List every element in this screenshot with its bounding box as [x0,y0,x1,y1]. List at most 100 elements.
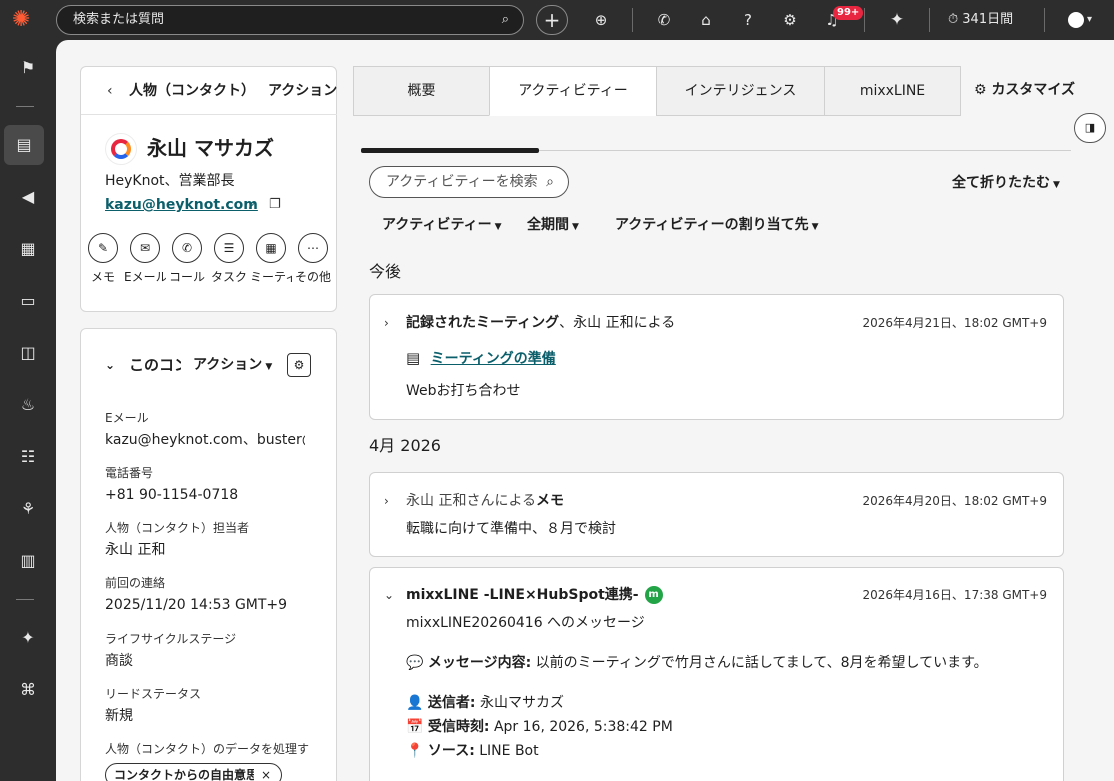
message-content-value: 以前のミーティングで竹月さんに話してまして、8月を希望しています。 [535,655,988,671]
timer-icon: ⏱ [948,12,959,27]
filter-date-range[interactable]: 全期間 ▼ [527,215,579,237]
breadcrumb-object-link[interactable]: 人物（コンタクト） [129,67,255,114]
tab-intelligence[interactable]: インテリジェンス [656,66,825,116]
topbar-divider [1044,8,1045,32]
call-action-button[interactable]: ✆ コール [166,233,208,285]
create-new-button[interactable]: + [536,5,568,35]
service-bell-icon[interactable]: ♨ [14,391,42,419]
caret-down-icon: ▼ [265,362,273,372]
settings-gear-icon[interactable]: ⚙ [778,8,802,32]
more-icon: ⋯ [298,233,328,263]
reporting-chart-icon[interactable]: ▥ [14,547,42,575]
marketplace-icon[interactable]: ⌂ [694,8,718,32]
about-actions-menu[interactable]: アクション ▼ [193,353,272,379]
breadcrumb-actions-menu[interactable]: アクション [268,67,337,114]
property-value-email[interactable]: kazu@heyknot.com、buster@heyknot.com [105,430,305,450]
property-value-owner[interactable]: 永山 正和 [105,540,305,560]
breeze-sparkle-icon[interactable]: ✦ [14,624,42,652]
marketing-megaphone-icon[interactable]: ◀ [14,183,42,211]
sidebar-toggle-icon[interactable]: ◨ [1074,113,1106,143]
data-database-icon[interactable]: ☷ [14,443,42,471]
account-chevron-down-icon[interactable]: ▾ [1087,8,1092,32]
tab-overview[interactable]: 概要 [353,66,490,116]
property-value-last-contacted[interactable]: 2025/11/20 14:53 GMT+9 [105,595,305,615]
note-activity-card[interactable]: › 永山 正和さんによるメモ 2026年4月20日、18:02 GMT+9 転職… [369,472,1064,557]
property-value-lifecycle-stage[interactable]: 商談 [105,651,305,671]
search-icon: ⌕ [501,12,509,27]
about-contact-card: ⌄ このコンタクトについて アクション▼ ⚙ Eメール kazu@heyknot… [80,328,337,781]
action-label: その他 [294,270,331,284]
contact-email-link[interactable]: kazu@heyknot.com [105,195,258,215]
action-label: Eメール [124,270,166,284]
trial-timer[interactable]: ⏱ 341日間 [948,8,1013,32]
note-action-button[interactable]: ✎ メモ [82,233,124,285]
activity-progress-fill [361,148,539,153]
crm-contacts-icon[interactable]: ▤ [4,125,44,165]
property-value-phone[interactable]: +81 90-1154-0718 [105,485,305,505]
about-section-header[interactable]: ⌄ このコンタクトについて アクション▼ [105,353,315,377]
automation-icon[interactable]: ⚘ [14,495,42,523]
copy-icon[interactable]: ❐ [269,195,281,215]
account-avatar[interactable] [1068,12,1084,28]
help-icon[interactable]: ? [736,8,760,32]
calendar-icon: ▤ [406,349,421,367]
content-icon[interactable]: ▦ [14,235,42,263]
chevron-right-icon[interactable]: › [384,491,389,511]
customize-label: カスタマイズ [991,82,1076,98]
filter-label: アクティビティーの割り当て先 [615,217,809,233]
activity-author: 永山 正和さんによる [406,493,537,509]
property-value-lead-status[interactable]: 新規 [105,706,305,726]
activity-type-label: mixxLINE -LINE×HubSpot連携- [406,587,639,603]
activity-title: mixxLINE -LINE×HubSpot連携-m [406,585,663,605]
task-action-button[interactable]: ☰ タスク [208,233,250,285]
tab-mixxline[interactable]: mixxLINE [824,66,961,116]
main-content: ‹ 人物（コンタクト） アクション 永山 マサカズ HeyKnot、営業部長 k… [56,40,1114,781]
property-label: Eメール [105,411,149,425]
filter-assigned-to[interactable]: アクティビティーの割り当て先 ▼ [615,215,819,237]
contact-name[interactable]: 永山 マサカズ [147,133,274,163]
calling-icon[interactable]: ✆ [652,8,676,32]
customize-tabs-button[interactable]: ⚙ カスタマイズ [974,80,1075,100]
more-action-button[interactable]: ⋯ その他 [292,233,334,285]
line-message-activity-card[interactable]: ⌄ mixxLINE -LINE×HubSpot連携-m 2026年4月16日、… [369,567,1064,781]
consent-basis-chip[interactable]: コンタクトからの自由意思による同意 × [105,763,282,781]
upgrade-icon[interactable]: ⊕ [589,8,613,32]
activity-author: 、永山 正和による [559,315,676,331]
property-label: 電話番号 [105,466,154,480]
tab-activities[interactable]: アクティビティー [489,66,657,116]
chevron-right-icon[interactable]: › [384,313,389,333]
activity-date: 2026年4月16日、17:38 GMT+9 [862,588,1047,602]
activity-search-input[interactable]: アクティビティーを検索 ⌕ [369,166,569,198]
action-label: コール [168,270,205,284]
remove-chip-close-icon[interactable]: × [261,764,271,781]
email-action-button[interactable]: ✉ Eメール [124,233,166,285]
developer-code-icon[interactable]: ⌘ [14,676,42,704]
activity-type-label: 記録されたミーティング [406,315,560,331]
external-link-icon[interactable]: ↗ [247,195,257,215]
meeting-title-link[interactable]: ミーティングの準備 [431,351,556,367]
sidebar-divider [16,599,34,600]
chevron-down-icon[interactable]: ⌄ [105,353,115,377]
collapse-all-button[interactable]: 全て折りたたむ ▼ [952,173,1060,195]
filter-activity-type[interactable]: アクティビティー ▼ [382,215,502,237]
contact-header: 永山 マサカズ HeyKnot、営業部長 kazu@heyknot.com ↗ … [81,115,337,312]
chevron-down-icon[interactable]: ⌄ [384,585,394,605]
meeting-activity-card[interactable]: › 記録されたミーティング、永山 正和による 2026年4月21日、18:02 … [369,294,1064,420]
ai-assistant-sparkle-icon[interactable]: ✦ [885,8,909,32]
property-label: リードステータス [105,687,202,701]
topbar-divider [864,8,865,32]
back-chevron-icon[interactable]: ‹ [107,67,113,114]
sales-wallet-icon[interactable]: ◫ [14,339,42,367]
location-pin-icon: 📍 [406,743,424,759]
meeting-action-button[interactable]: ▦ ミーティング [250,233,292,285]
bookmark-icon[interactable]: ⚑ [14,54,42,82]
caret-down-icon: ▼ [811,222,819,232]
sender-label: 送信者: [427,695,476,711]
about-actions-label: アクション [193,357,263,373]
property-label: 人物（コンタクト）担当者 [105,521,250,535]
about-settings-gear-icon[interactable]: ⚙ [287,353,311,377]
hubspot-logo-icon[interactable]: ✺ [12,8,38,32]
commerce-icon[interactable]: ▭ [14,287,42,315]
global-search-input[interactable]: 検索または質問 ⌕ [56,5,524,35]
collapse-all-label: 全て折りたたむ [952,175,1050,191]
